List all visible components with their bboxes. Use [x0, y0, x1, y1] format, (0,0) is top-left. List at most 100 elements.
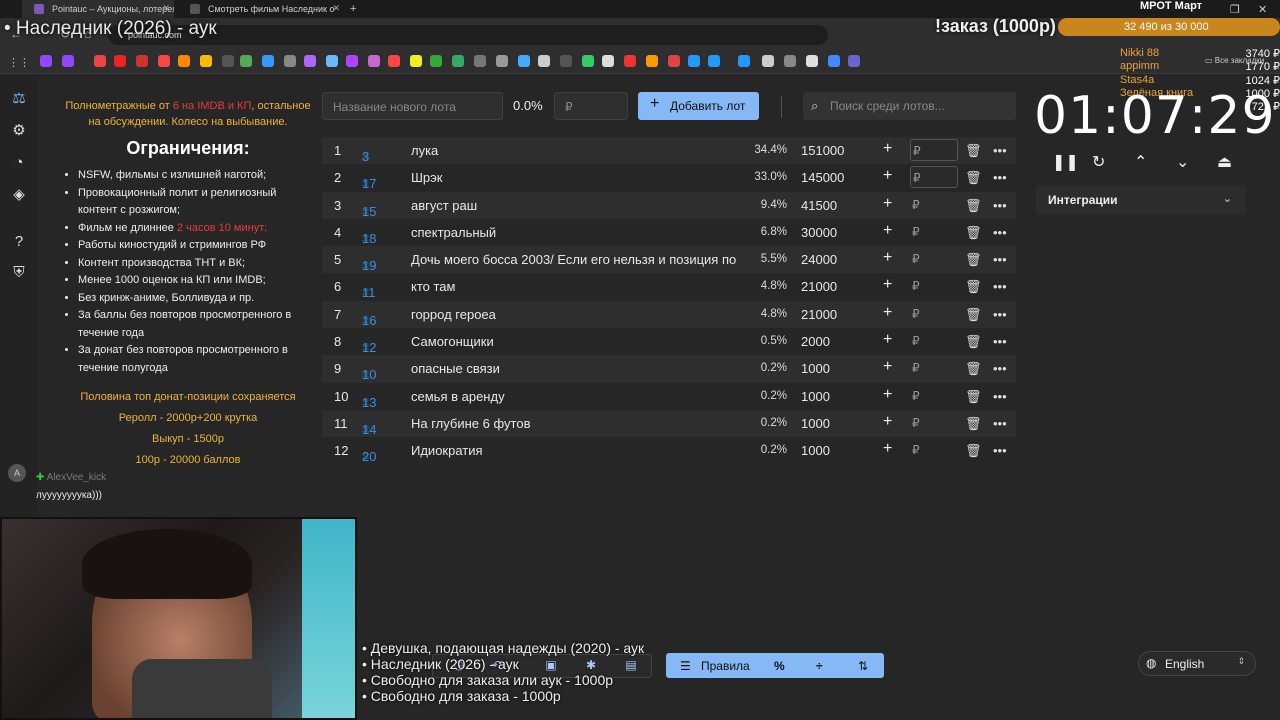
lot-name[interactable]: опасные связи	[411, 361, 737, 376]
chevron-up-icon[interactable]: ⌃	[1134, 152, 1147, 172]
bookmark-icon[interactable]	[284, 55, 296, 67]
lot-name[interactable]: Идиократия	[411, 443, 737, 458]
bookmark-icon[interactable]	[762, 55, 774, 67]
more-icon[interactable]: •••	[993, 143, 1007, 158]
bookmark-icon[interactable]	[410, 55, 422, 67]
bookmark-icon[interactable]	[474, 55, 486, 67]
lot-name[interactable]: лука	[411, 143, 737, 158]
eject-icon[interactable]: ⏏	[1217, 152, 1232, 172]
add-amount-icon[interactable]: +	[883, 195, 892, 213]
more-icon[interactable]: •••	[993, 361, 1007, 376]
bookmark-icon[interactable]	[624, 55, 636, 67]
lot-amount[interactable]: 1000	[801, 361, 830, 376]
telegram-bookmark-icon[interactable]	[688, 55, 700, 67]
more-icon[interactable]: •••	[993, 443, 1007, 458]
more-icon[interactable]: •••	[993, 334, 1007, 349]
lot-amount-input[interactable]: ₽	[910, 412, 958, 434]
bookmark-icon[interactable]	[178, 55, 190, 67]
bookmark-icon[interactable]	[496, 55, 508, 67]
lot-name[interactable]: кто там	[411, 279, 737, 294]
add-lot-button[interactable]: + Добавить лот	[638, 92, 759, 120]
add-amount-icon[interactable]: +	[883, 386, 892, 404]
lot-name[interactable]: Самогонщики	[411, 334, 737, 349]
bookmark-icon[interactable]	[240, 55, 252, 67]
wheel-icon[interactable]: ◔	[10, 154, 28, 172]
lot-name[interactable]: На глубине 6 футов	[411, 416, 737, 431]
more-icon[interactable]: •••	[993, 225, 1007, 240]
more-icon[interactable]: •••	[993, 252, 1007, 267]
language-select[interactable]: ◍ English ⇕	[1138, 651, 1256, 676]
lot-name[interactable]: Шрэк	[411, 170, 737, 185]
youtube-bookmark-icon[interactable]	[114, 55, 126, 67]
new-tab-icon[interactable]: +	[350, 3, 356, 15]
rules-button[interactable]: Правила	[701, 659, 750, 673]
bookmark-icon[interactable]	[262, 55, 274, 67]
bookmark-icon[interactable]	[538, 55, 550, 67]
apps-icon[interactable]: ⋮⋮	[8, 56, 30, 69]
bookmark-icon[interactable]	[602, 55, 614, 67]
delete-icon[interactable]: 🗑	[965, 225, 982, 241]
lot-name[interactable]: семья в аренду	[411, 389, 737, 404]
lot-amount-input[interactable]: ₽	[910, 330, 958, 352]
bookmark-icon[interactable]	[222, 55, 234, 67]
add-amount-icon[interactable]: +	[883, 331, 892, 349]
delete-icon[interactable]: 🗑	[965, 416, 982, 432]
close-tab-icon[interactable]: ✕	[162, 3, 170, 14]
bookmark-icon[interactable]	[582, 55, 594, 67]
bookmark-icon[interactable]	[518, 55, 530, 67]
more-icon[interactable]: •••	[993, 307, 1007, 322]
lot-amount-input[interactable]: ₽	[910, 221, 958, 243]
lot-amount[interactable]: 151000	[801, 143, 844, 158]
bookmark-icon[interactable]	[806, 55, 818, 67]
bookmark-icon[interactable]	[94, 55, 106, 67]
reset-icon[interactable]: ↻	[1092, 152, 1105, 172]
add-amount-icon[interactable]: +	[883, 167, 892, 185]
delete-icon[interactable]: 🗑	[965, 389, 982, 405]
lot-amount[interactable]: 2000	[801, 334, 830, 349]
add-amount-icon[interactable]: +	[883, 413, 892, 431]
bookmark-icon[interactable]	[738, 55, 750, 67]
lot-amount[interactable]: 1000	[801, 443, 830, 458]
shield-icon[interactable]: ⛨	[10, 264, 28, 282]
bookmark-icon[interactable]	[200, 55, 212, 67]
add-amount-icon[interactable]: +	[883, 276, 892, 294]
lot-name[interactable]: спектральный	[411, 225, 737, 240]
browser-tab-pointauc[interactable]: Pointauc – Аукционы, лотерея ✕	[22, 0, 174, 18]
bookmark-icon[interactable]	[828, 55, 840, 67]
lot-amount-input[interactable]: ₽	[910, 303, 958, 325]
layers-icon[interactable]: ◈	[10, 186, 28, 204]
rules-list-icon[interactable]: ☰	[680, 659, 691, 673]
bookmark-icon[interactable]	[368, 55, 380, 67]
lot-name[interactable]: Дочь моего босса 2003/ Если его нельзя и…	[411, 252, 737, 267]
add-amount-icon[interactable]: +	[883, 440, 892, 458]
help-icon[interactable]: ?	[10, 233, 28, 251]
add-amount-icon[interactable]: +	[883, 249, 892, 267]
delete-icon[interactable]: 🗑	[965, 170, 982, 186]
add-amount-icon[interactable]: +	[883, 222, 892, 240]
lot-name[interactable]: август раш	[411, 198, 737, 213]
bookmark-icon[interactable]	[62, 55, 74, 67]
lot-amount-input[interactable]: ₽	[910, 194, 958, 216]
lot-amount[interactable]: 41500	[801, 198, 837, 213]
integrations-dropdown[interactable]: Интеграции ⌄	[1036, 185, 1246, 215]
bookmark-icon[interactable]	[646, 55, 658, 67]
add-amount-icon[interactable]: +	[883, 358, 892, 376]
bookmark-icon[interactable]	[668, 55, 680, 67]
lot-amount-input[interactable]: ₽	[910, 439, 958, 461]
bookmark-icon[interactable]	[388, 55, 400, 67]
bookmark-icon[interactable]	[158, 55, 170, 67]
lot-amount-input[interactable]: ₽	[910, 248, 958, 270]
lot-amount-input[interactable]: ₽	[910, 166, 958, 189]
lot-amount[interactable]: 21000	[801, 279, 837, 294]
bookmark-icon[interactable]	[784, 55, 796, 67]
more-icon[interactable]: •••	[993, 279, 1007, 294]
lot-amount[interactable]: 30000	[801, 225, 837, 240]
more-icon[interactable]: •••	[993, 416, 1007, 431]
close-window-icon[interactable]: ✕	[1258, 3, 1267, 16]
lot-search-input[interactable]: ⌕ Поиск среди лотов...	[803, 92, 1016, 120]
bookmark-icon[interactable]	[136, 55, 148, 67]
lot-amount[interactable]: 1000	[801, 416, 830, 431]
percent-icon[interactable]: %	[774, 659, 785, 673]
delete-icon[interactable]: 🗑	[965, 307, 982, 323]
new-lot-name-input[interactable]: Название нового лота	[322, 92, 503, 120]
